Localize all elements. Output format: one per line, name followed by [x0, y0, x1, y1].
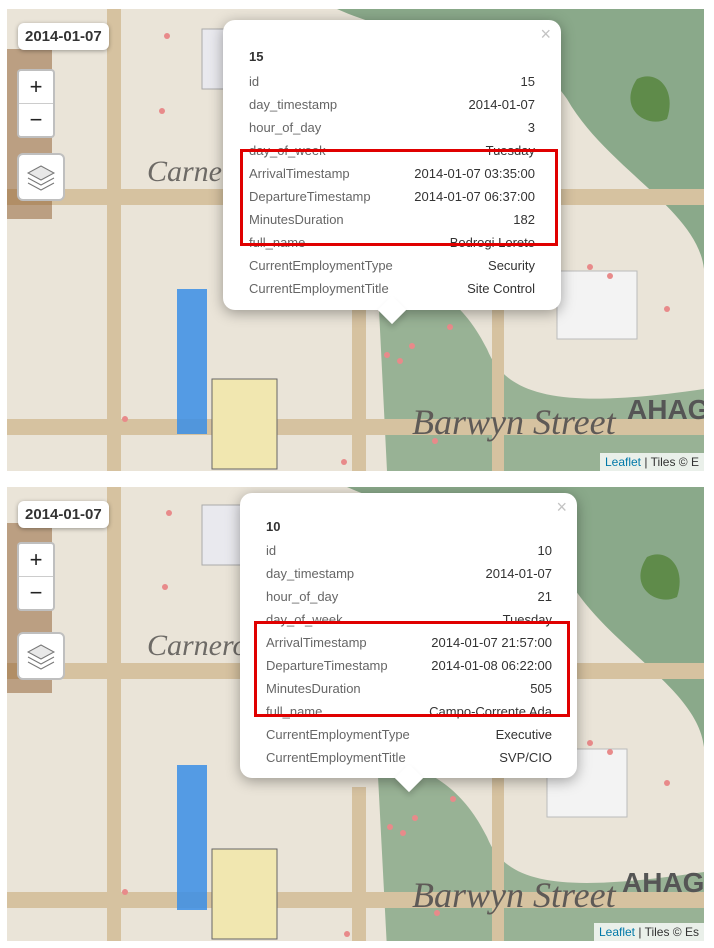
layers-icon	[26, 644, 56, 670]
tiles-credit: | Tiles © E	[641, 455, 699, 469]
date-badge: 2014-01-07	[18, 23, 109, 50]
row-value: Executive	[495, 727, 552, 742]
row-value: 15	[520, 74, 535, 89]
row-key: id	[266, 543, 277, 558]
street-label-ahag: AHAG	[627, 394, 704, 425]
street-label-ahag: AHAG	[622, 867, 704, 898]
row-key: CurrentEmploymentTitle	[249, 281, 389, 296]
date-badge: 2014-01-07	[18, 501, 109, 528]
row-key: CurrentEmploymentType	[249, 258, 393, 273]
layers-button[interactable]	[17, 153, 65, 201]
row-value: 10	[537, 543, 552, 558]
row-key: day_timestamp	[266, 566, 355, 581]
leaflet-link[interactable]: Leaflet	[599, 925, 635, 939]
row-key: id	[249, 74, 260, 89]
zoom-control: + −	[17, 69, 55, 138]
zoom-in-button[interactable]: +	[19, 71, 53, 104]
popup-row-day-timestamp: day_timestamp 2014-01-07	[249, 93, 535, 116]
street-label-barwyn: Barwyn Street	[412, 402, 617, 442]
row-value: SVP/CIO	[499, 750, 552, 765]
popup-row-employment-type: CurrentEmploymentType Executive	[266, 723, 552, 746]
row-key: hour_of_day	[249, 120, 322, 135]
street-label-barwyn: Barwyn Street	[412, 875, 617, 915]
row-value: Security	[488, 258, 535, 273]
zoom-out-button[interactable]: −	[19, 104, 53, 136]
popup-row-id: id 10	[266, 539, 552, 562]
close-icon[interactable]: ×	[540, 24, 551, 45]
tiles-credit: | Tiles © Es	[635, 925, 699, 939]
marker-popup: × 15 id 15 day_timestamp 2014-01-07 hour_o…	[223, 20, 561, 325]
close-icon[interactable]: ×	[556, 497, 567, 518]
zoom-out-button[interactable]: −	[19, 577, 53, 609]
row-key: day_timestamp	[249, 97, 338, 112]
highlight-box	[254, 621, 570, 717]
map-attribution: Leaflet | Tiles © Es	[593, 923, 704, 941]
zoom-in-button[interactable]: +	[19, 544, 53, 577]
popup-row-id: id 15	[249, 70, 535, 93]
layers-icon	[26, 165, 56, 191]
highlight-box	[240, 149, 558, 246]
popup-row-employment-title: CurrentEmploymentTitle Site Control	[249, 277, 535, 300]
popup-row-employment-title: CurrentEmploymentTitle SVP/CIO	[266, 746, 552, 769]
popup-title: 15	[249, 49, 264, 64]
row-key: CurrentEmploymentType	[266, 727, 410, 742]
map-panel-1[interactable]: Carnero St Barwyn Street AHAG 2014-01-07…	[7, 9, 704, 471]
row-value: 3	[527, 120, 535, 135]
row-key: CurrentEmploymentTitle	[266, 750, 406, 765]
row-key: hour_of_day	[266, 589, 339, 604]
popup-row-hour-of-day: hour_of_day 3	[249, 116, 535, 139]
popup-row-employment-type: CurrentEmploymentType Security	[249, 254, 535, 277]
popup-row-hour-of-day: hour_of_day 21	[266, 585, 552, 608]
row-value: 21	[537, 589, 552, 604]
layers-button[interactable]	[17, 632, 65, 680]
popup-title: 10	[266, 519, 281, 534]
row-value: Site Control	[467, 281, 535, 296]
row-value: 2014-01-07	[468, 97, 536, 112]
popup-row-day-timestamp: day_timestamp 2014-01-07	[266, 562, 552, 585]
zoom-control: + −	[17, 542, 55, 611]
marker-popup: × 10 id 10 day_timestamp 2014-01-07 hour_o…	[240, 493, 577, 793]
leaflet-link[interactable]: Leaflet	[605, 455, 641, 469]
map-panel-2[interactable]: Carnero St Barwyn Street AHAG 2014-01-07…	[7, 487, 704, 941]
map-attribution: Leaflet | Tiles © E	[599, 453, 704, 471]
row-value: 2014-01-07	[485, 566, 553, 581]
